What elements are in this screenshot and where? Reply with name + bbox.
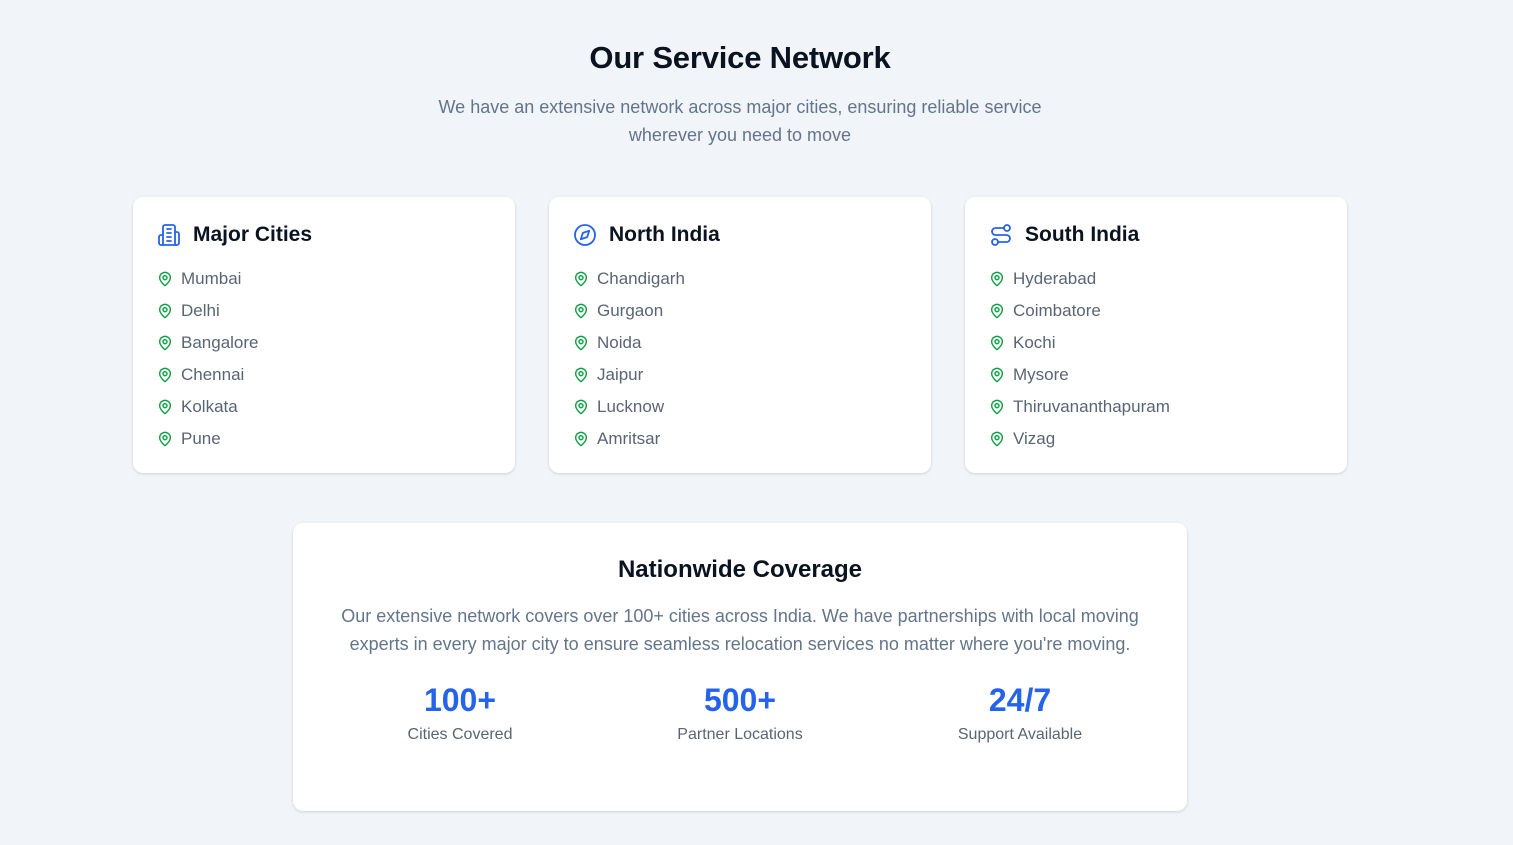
city-name: Pune xyxy=(181,429,221,448)
map-pin-icon xyxy=(573,271,589,287)
city-item: Mysore xyxy=(989,359,1323,391)
city-item: Mumbai xyxy=(157,263,491,295)
section-header: Our Service Network We have an extensive… xyxy=(0,38,1480,149)
city-item: Lucknow xyxy=(573,391,907,423)
city-item: Hyderabad xyxy=(989,263,1323,295)
map-pin-icon xyxy=(573,335,589,351)
city-item: Amritsar xyxy=(573,423,907,455)
stat-cities-covered: 100+ Cities Covered xyxy=(360,680,560,744)
page-subtitle: We have an extensive network across majo… xyxy=(438,97,1042,145)
city-item: Thiruvananthapuram xyxy=(989,391,1323,423)
city-item: Jaipur xyxy=(573,359,907,391)
city-item: Kochi xyxy=(989,327,1323,359)
map-pin-icon xyxy=(573,367,589,383)
map-pin-icon xyxy=(573,399,589,415)
card-north-india: North India Chandigarh Gurgaon Noida Jai… xyxy=(549,197,931,473)
coverage-description: Our extensive network covers over 100+ c… xyxy=(341,606,1139,654)
map-pin-icon xyxy=(989,399,1005,415)
service-network-page: Our Service Network We have an extensive… xyxy=(0,0,1513,845)
map-pin-icon xyxy=(989,367,1005,383)
city-name: Chennai xyxy=(181,365,245,384)
city-item: Noida xyxy=(573,327,907,359)
map-pin-icon xyxy=(989,431,1005,447)
city-item: Chennai xyxy=(157,359,491,391)
coverage-title: Nationwide Coverage xyxy=(617,556,863,583)
city-name: Noida xyxy=(597,333,642,352)
map-pin-icon xyxy=(157,399,173,415)
stat-label: Partner Locations xyxy=(677,726,803,743)
map-pin-icon xyxy=(157,431,173,447)
city-name: Mumbai xyxy=(181,269,242,288)
stat-support-available: 24/7 Support Available xyxy=(920,680,1120,744)
city-name: Hyderabad xyxy=(1013,269,1097,288)
card-title: South India xyxy=(1025,223,1140,246)
city-item: Gurgaon xyxy=(573,295,907,327)
building-icon xyxy=(157,223,181,247)
city-name: Amritsar xyxy=(597,429,661,448)
map-pin-icon xyxy=(573,303,589,319)
city-item: Vizag xyxy=(989,423,1323,455)
city-name: Kochi xyxy=(1013,333,1056,352)
card-title: North India xyxy=(609,223,720,246)
route-icon xyxy=(989,223,1013,247)
coverage-stats: 100+ Cities Covered 500+ Partner Locatio… xyxy=(360,680,1120,744)
page-title: Our Service Network xyxy=(589,40,891,75)
city-name: Vizag xyxy=(1013,429,1056,448)
nationwide-coverage-card: Nationwide Coverage Our extensive networ… xyxy=(293,523,1187,811)
map-pin-icon xyxy=(157,271,173,287)
city-item: Bangalore xyxy=(157,327,491,359)
city-item: Coimbatore xyxy=(989,295,1323,327)
city-name: Gurgaon xyxy=(597,301,664,320)
city-name: Lucknow xyxy=(597,397,665,416)
stat-value: 500+ xyxy=(703,682,777,718)
city-list: Chandigarh Gurgaon Noida Jaipur Lucknow … xyxy=(573,263,907,455)
card-header: Major Cities xyxy=(157,221,491,249)
map-pin-icon xyxy=(989,335,1005,351)
city-item: Chandigarh xyxy=(573,263,907,295)
map-pin-icon xyxy=(157,367,173,383)
card-header: North India xyxy=(573,221,907,249)
card-header: South India xyxy=(989,221,1323,249)
card-south-india: South India Hyderabad Coimbatore Kochi M… xyxy=(965,197,1347,473)
city-name: Delhi xyxy=(181,301,220,320)
city-name: Coimbatore xyxy=(1013,301,1101,320)
city-item: Kolkata xyxy=(157,391,491,423)
city-name: Kolkata xyxy=(181,397,238,416)
map-pin-icon xyxy=(573,431,589,447)
city-name: Thiruvananthapuram xyxy=(1013,397,1170,416)
city-item: Pune xyxy=(157,423,491,455)
map-pin-icon xyxy=(989,271,1005,287)
map-pin-icon xyxy=(157,335,173,351)
stat-label: Cities Covered xyxy=(407,726,513,743)
card-major-cities: Major Cities Mumbai Delhi Bangalore Chen… xyxy=(133,197,515,473)
city-name: Chandigarh xyxy=(597,269,685,288)
city-name: Jaipur xyxy=(597,365,644,384)
card-title: Major Cities xyxy=(193,223,313,246)
city-name: Mysore xyxy=(1013,365,1069,384)
city-list: Hyderabad Coimbatore Kochi Mysore Thiruv… xyxy=(989,263,1323,455)
stat-label: Support Available xyxy=(957,726,1083,743)
map-pin-icon xyxy=(989,303,1005,319)
stat-value: 100+ xyxy=(423,682,497,718)
stat-value: 24/7 xyxy=(988,682,1052,718)
region-cards: Major Cities Mumbai Delhi Bangalore Chen… xyxy=(133,197,1347,473)
city-list: Mumbai Delhi Bangalore Chennai Kolkata P… xyxy=(157,263,491,455)
compass-icon xyxy=(573,223,597,247)
map-pin-icon xyxy=(157,303,173,319)
city-item: Delhi xyxy=(157,295,491,327)
stat-partner-locations: 500+ Partner Locations xyxy=(640,680,840,744)
city-name: Bangalore xyxy=(181,333,259,352)
